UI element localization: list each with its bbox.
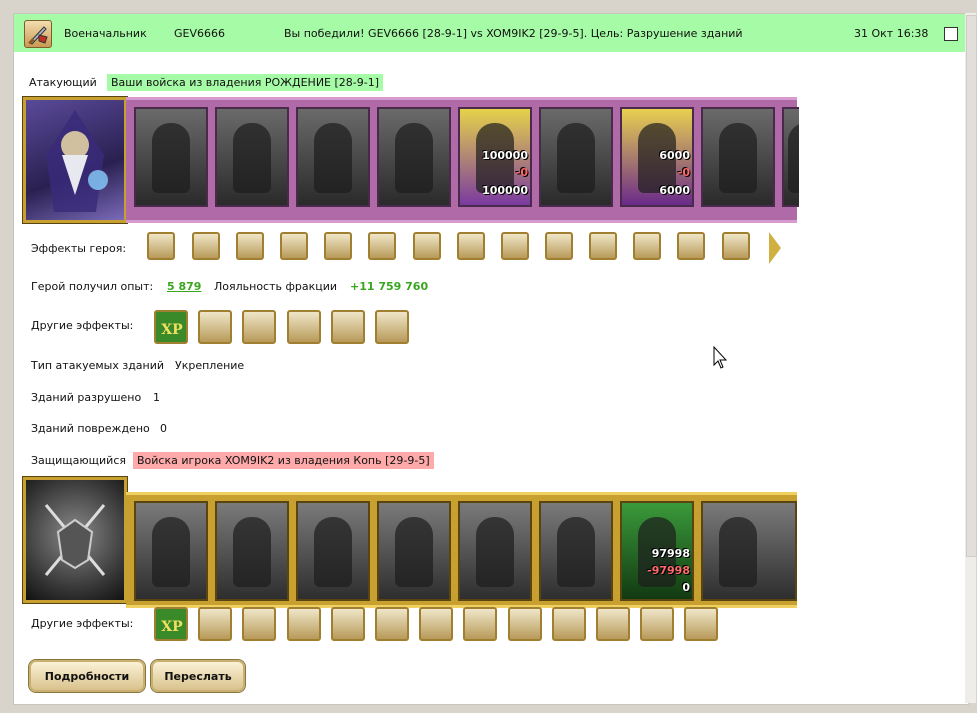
defender-troops: Войска игрока XOM9IK2 из владения Копь [… bbox=[133, 452, 434, 469]
select-checkbox[interactable] bbox=[944, 27, 958, 41]
attacker-unit-2[interactable] bbox=[215, 107, 289, 207]
other-effects-label: Другие эффекты: bbox=[31, 319, 134, 332]
header-message: Вы победили! GEV6666 [28-9-1] vs XOM9IK2… bbox=[284, 27, 743, 40]
loyalty-label: Лояльность фракции bbox=[214, 280, 338, 293]
forward-button[interactable]: Переслать bbox=[151, 660, 245, 692]
tower-icon[interactable] bbox=[508, 607, 542, 641]
defender-unit-6[interactable] bbox=[539, 501, 613, 601]
effect-potion-icon[interactable] bbox=[368, 232, 396, 260]
horse-sword-icon[interactable] bbox=[331, 310, 365, 344]
sword-icon[interactable] bbox=[331, 607, 365, 641]
report-header: Военачальник GEV6666 Вы победили! GEV666… bbox=[14, 14, 968, 52]
unit-count-start: 100000 bbox=[482, 149, 528, 162]
attacker-label: Атакующий bbox=[29, 76, 97, 89]
attacker-unit-4[interactable] bbox=[377, 107, 451, 207]
effect-necklace-icon[interactable] bbox=[722, 232, 750, 260]
unit-count-start: 97998 bbox=[651, 547, 690, 560]
attacker-units-strip: 100000 -0 100000 6000 -0 6000 bbox=[126, 97, 799, 223]
hero-effects-label: Эффекты героя: bbox=[31, 242, 127, 255]
buildings-type-value: Укрепление bbox=[175, 359, 245, 372]
horse-sword-icon[interactable] bbox=[375, 310, 409, 344]
xp-icon[interactable]: XP bbox=[154, 310, 188, 344]
effect-frost-icon[interactable] bbox=[280, 232, 308, 260]
attacker-unit-5[interactable]: 100000 -0 100000 bbox=[458, 107, 532, 207]
attacker-unit-1[interactable] bbox=[134, 107, 208, 207]
unit-count-loss: -0 bbox=[677, 166, 690, 179]
tower-icon[interactable] bbox=[419, 607, 453, 641]
sword-icon[interactable] bbox=[198, 607, 232, 641]
attacker-unit-9[interactable] bbox=[782, 107, 799, 207]
horse-sword-icon[interactable] bbox=[640, 607, 674, 641]
defender-unit-1[interactable] bbox=[134, 501, 208, 601]
unit-count-end: 100000 bbox=[482, 184, 528, 197]
sword-icon[interactable] bbox=[242, 310, 276, 344]
effect-armor-icon[interactable] bbox=[147, 232, 175, 260]
scrollbar-thumb[interactable] bbox=[966, 15, 977, 557]
unit-count-loss: -97998 bbox=[647, 564, 690, 577]
defender-unit-4[interactable] bbox=[377, 501, 451, 601]
effect-sword-icon[interactable] bbox=[324, 232, 352, 260]
attacker-unit-7[interactable]: 6000 -0 6000 bbox=[620, 107, 694, 207]
attacker-unit-6[interactable] bbox=[539, 107, 613, 207]
attacker-troops: Ваши войска из владения РОЖДЕНИЕ [28-9-1… bbox=[107, 74, 384, 91]
buildings-type-label: Тип атакуемых зданий bbox=[31, 359, 165, 372]
defender-unit-7[interactable]: 97998 -97998 0 bbox=[620, 501, 694, 601]
unit-count-loss: -0 bbox=[515, 166, 528, 179]
effect-skull-icon[interactable] bbox=[192, 232, 220, 260]
damaged-value: 0 bbox=[160, 422, 167, 435]
unit-count-start: 6000 bbox=[659, 149, 690, 162]
unit-count-end: 0 bbox=[682, 581, 690, 594]
sword-icon[interactable] bbox=[552, 607, 586, 641]
horse-sword-icon[interactable] bbox=[375, 607, 409, 641]
attacker-unit-3[interactable] bbox=[296, 107, 370, 207]
attacker-hero-portrait[interactable] bbox=[23, 97, 127, 223]
destroyed-label: Зданий разрушено bbox=[31, 391, 142, 404]
unit-count-end: 6000 bbox=[659, 184, 690, 197]
defender-unit-5[interactable] bbox=[458, 501, 532, 601]
attacker-unit-8[interactable] bbox=[701, 107, 775, 207]
effect-boots-icon[interactable] bbox=[589, 232, 617, 260]
tower-icon[interactable] bbox=[287, 607, 321, 641]
effect-mask-icon[interactable] bbox=[501, 232, 529, 260]
header-role: Военачальник bbox=[64, 27, 147, 40]
effect-snowflake-icon[interactable] bbox=[457, 232, 485, 260]
experience-label: Герой получил опыт: bbox=[31, 280, 154, 293]
mouse-cursor-icon bbox=[713, 346, 727, 369]
scroll-right-arrow-icon[interactable] bbox=[769, 232, 781, 264]
horse-sword-icon[interactable] bbox=[463, 607, 497, 641]
defender-other-effects-label: Другие эффекты: bbox=[31, 617, 134, 630]
vertical-scrollbar[interactable] bbox=[965, 13, 977, 703]
scroll-icon[interactable] bbox=[198, 310, 232, 344]
sword-shield-icon bbox=[24, 20, 52, 48]
header-player: GEV6666 bbox=[174, 27, 225, 40]
svg-text:XP: XP bbox=[161, 619, 183, 635]
experience-value[interactable]: 5 879 bbox=[167, 280, 201, 293]
destroyed-value: 1 bbox=[153, 391, 160, 404]
defender-hero-portrait[interactable] bbox=[23, 477, 127, 603]
effect-helmet-icon[interactable] bbox=[545, 232, 573, 260]
loyalty-value: +11 759 760 bbox=[350, 280, 429, 293]
header-datetime: 31 Окт 16:38 bbox=[854, 27, 929, 40]
effect-gauntlet-icon[interactable] bbox=[677, 232, 705, 260]
defender-label: Защищающийся bbox=[31, 454, 126, 467]
svg-text:XP: XP bbox=[161, 322, 183, 338]
defender-unit-2[interactable] bbox=[215, 501, 289, 601]
defender-unit-3[interactable] bbox=[296, 501, 370, 601]
effect-tower-icon[interactable] bbox=[413, 232, 441, 260]
horse-sword-icon[interactable] bbox=[242, 607, 276, 641]
horse-sword-icon[interactable] bbox=[287, 310, 321, 344]
sword-icon[interactable] bbox=[684, 607, 718, 641]
effect-arrow-icon[interactable] bbox=[236, 232, 264, 260]
details-button[interactable]: Подробности bbox=[29, 660, 145, 692]
defender-units-strip: 97998 -97998 0 bbox=[126, 492, 797, 608]
defender-unit-8[interactable] bbox=[701, 501, 797, 601]
battle-report-panel: Военачальник GEV6666 Вы победили! GEV666… bbox=[13, 13, 969, 705]
xp-icon[interactable]: XP bbox=[154, 607, 188, 641]
effect-ring-icon[interactable] bbox=[633, 232, 661, 260]
damaged-label: Зданий повреждено bbox=[31, 422, 150, 435]
tower-icon[interactable] bbox=[596, 607, 630, 641]
